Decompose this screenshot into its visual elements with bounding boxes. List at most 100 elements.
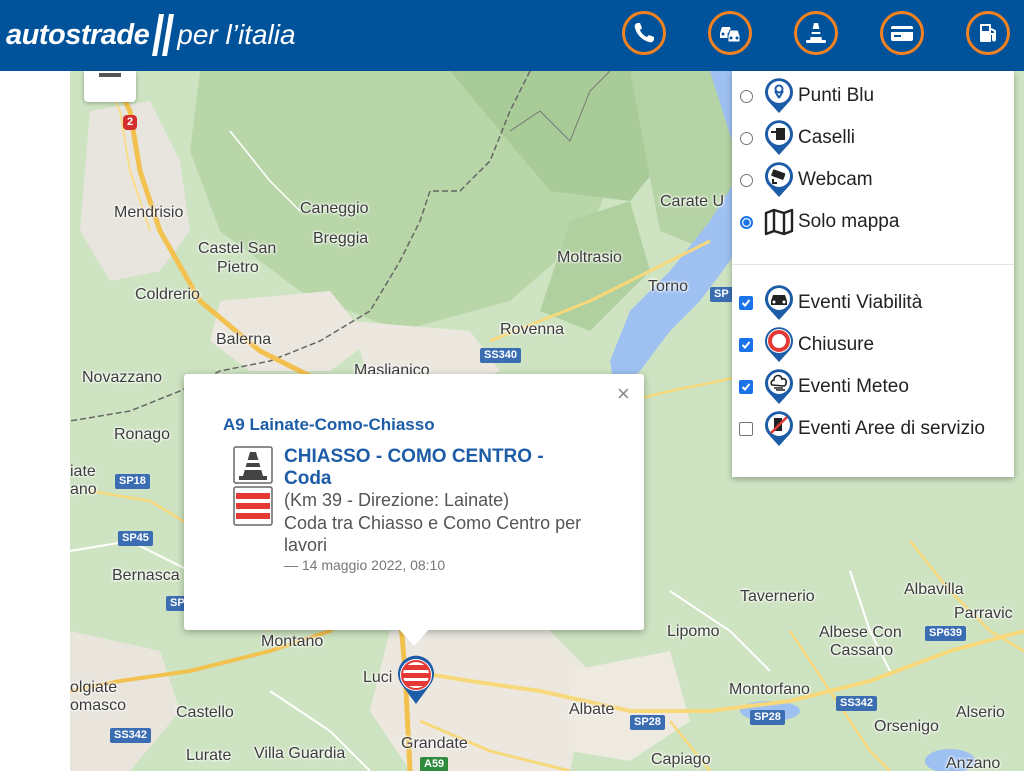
map-place-label: Lipomo <box>667 623 720 640</box>
webcam-icon <box>765 162 793 197</box>
map-place-label: Torno <box>648 278 689 295</box>
road-shield: SP18 <box>115 474 150 489</box>
layer-label: Webcam <box>798 169 873 190</box>
roadworks-button[interactable] <box>794 11 838 55</box>
logo-bars-icon <box>152 14 175 56</box>
lane-closure-icon <box>233 486 273 526</box>
map-place-label: Capiago <box>651 751 711 768</box>
map-place-label: iate <box>70 463 96 480</box>
map-place-label: Novazzano <box>82 369 163 386</box>
popup-road-name: A9 Lainate-Como-Chiasso <box>223 415 435 434</box>
payment-button[interactable] <box>880 11 924 55</box>
map-place-label: Breggia <box>313 230 369 247</box>
map-place-label: Coldrerio <box>135 286 200 303</box>
layer-option-eventi-meteo[interactable]: Eventi Meteo <box>732 367 1014 407</box>
map-place-label: Ronago <box>114 426 171 443</box>
popup-close-button[interactable]: × <box>617 382 630 406</box>
popup-timestamp: — 14 maggio 2022, 08:10 <box>284 557 446 573</box>
closure-marker-icon[interactable] <box>394 655 438 705</box>
road-shield: SP28 <box>630 715 665 730</box>
logo-brand: autostrade <box>6 18 150 51</box>
map-place-label: Pietro <box>217 259 259 276</box>
map-place-label: Albese Con <box>819 624 902 641</box>
top-bar: autostrade per l’italia <box>0 0 1024 71</box>
road-shield: SP639 <box>925 626 967 641</box>
layer-option-webcam[interactable]: Webcam <box>732 160 1014 200</box>
popup-event-title: CHIASSO - COMO CENTRO - Coda <box>284 446 544 489</box>
map-place-label: Albate <box>569 701 615 718</box>
payment-card-icon <box>891 26 913 41</box>
phone-button[interactable] <box>622 11 666 55</box>
popup-km-direction: (Km 39 - Direzione: Lainate) <box>284 490 510 510</box>
road-shield: 2 <box>123 115 138 130</box>
layer-option-punti-blu[interactable]: Punti Blu <box>732 76 1014 116</box>
road-shield: SS340 <box>480 348 522 363</box>
checkbox-chiusure[interactable] <box>739 338 753 352</box>
checkbox-aree-servizio[interactable] <box>739 422 753 436</box>
road-shield: A59 <box>420 757 449 771</box>
logo-subtitle: per l’italia <box>177 19 296 50</box>
layer-label: Eventi Meteo <box>798 376 909 397</box>
layer-option-chiusure[interactable]: Chiusure <box>732 325 1014 365</box>
layer-label: Caselli <box>798 127 856 148</box>
map-place-label: Lurate <box>186 747 232 764</box>
layer-label: Eventi Aree di servizio <box>798 418 985 439</box>
layer-option-aree-servizio[interactable]: Eventi Aree di servizio <box>732 409 1014 449</box>
road-shield: SP <box>710 287 733 302</box>
road-shield: SP45 <box>118 531 153 546</box>
layer-label: Solo mappa <box>798 211 900 232</box>
roadworks-cone-icon <box>806 23 826 43</box>
layer-label: Chiusure <box>798 334 875 355</box>
map-place-label: omasco <box>70 697 127 714</box>
layer-panel: Punti Blu Caselli Webcam Solo mappa Even… <box>732 71 1014 477</box>
radio-solo-mappa[interactable] <box>739 215 753 229</box>
popup-event-icons <box>233 446 273 526</box>
map-place-label: olgiate <box>70 679 118 696</box>
map-place-label: Orsenigo <box>874 718 939 735</box>
map-place-label: Villa Guardia <box>254 745 346 762</box>
autostrade-logo[interactable]: autostrade per l’italia <box>6 12 296 58</box>
event-popup: × A9 Lainate-Como-Chiasso CHIASSO - COMO… <box>184 374 644 630</box>
phone-icon <box>634 23 654 43</box>
layer-option-caselli[interactable]: Caselli <box>732 118 1014 158</box>
map-place-label: Cassano <box>830 642 894 659</box>
zoom-out-button[interactable] <box>84 71 136 102</box>
checkbox-eventi-meteo[interactable] <box>739 380 753 394</box>
traffic-button[interactable] <box>708 11 752 55</box>
toll-booth-icon <box>765 120 793 155</box>
road-shield: SS342 <box>836 696 878 711</box>
blue-point-icon <box>765 78 793 113</box>
layer-label: Punti Blu <box>798 85 875 106</box>
radio-webcam[interactable] <box>739 173 753 187</box>
layer-option-eventi-viabilita[interactable]: Eventi Viabilità <box>732 283 1014 323</box>
road-shield: SP28 <box>750 710 785 725</box>
map-icon <box>764 208 794 236</box>
map-place-label: Montorfano <box>729 681 810 698</box>
map-place-label: Carate U <box>660 193 725 210</box>
fuel-pump-icon <box>980 24 996 42</box>
map-place-label: Caneggio <box>300 200 369 217</box>
map-place-label: Albavilla <box>904 581 964 598</box>
radio-punti-blu[interactable] <box>739 89 753 103</box>
popup-pointer <box>398 628 430 646</box>
closure-icon <box>765 327 793 362</box>
road-shield: SS342 <box>110 728 152 743</box>
layer-divider <box>732 264 1014 265</box>
map-place-label: Tavernerio <box>740 588 815 605</box>
layer-option-solo-mappa[interactable]: Solo mappa <box>732 202 1014 242</box>
map-place-label: Castel San <box>198 240 277 257</box>
layer-label: Eventi Viabilità <box>798 292 923 313</box>
service-area-icon <box>765 411 793 446</box>
map-place-label: Mendrisio <box>114 204 184 221</box>
traffic-cars-icon <box>720 27 741 43</box>
map-place-label: Balerna <box>216 331 272 348</box>
radio-caselli[interactable] <box>739 131 753 145</box>
map-place-label: Anzano <box>946 755 1001 771</box>
fuel-button[interactable] <box>966 11 1010 55</box>
map-place-label: Castello <box>176 704 234 721</box>
map-place-label: Bernasca <box>112 567 180 584</box>
map-place-label: Luci <box>363 669 393 686</box>
traffic-event-icon <box>765 285 793 320</box>
map-place-label: Rovenna <box>500 321 565 338</box>
checkbox-eventi-viabilita[interactable] <box>739 296 753 310</box>
